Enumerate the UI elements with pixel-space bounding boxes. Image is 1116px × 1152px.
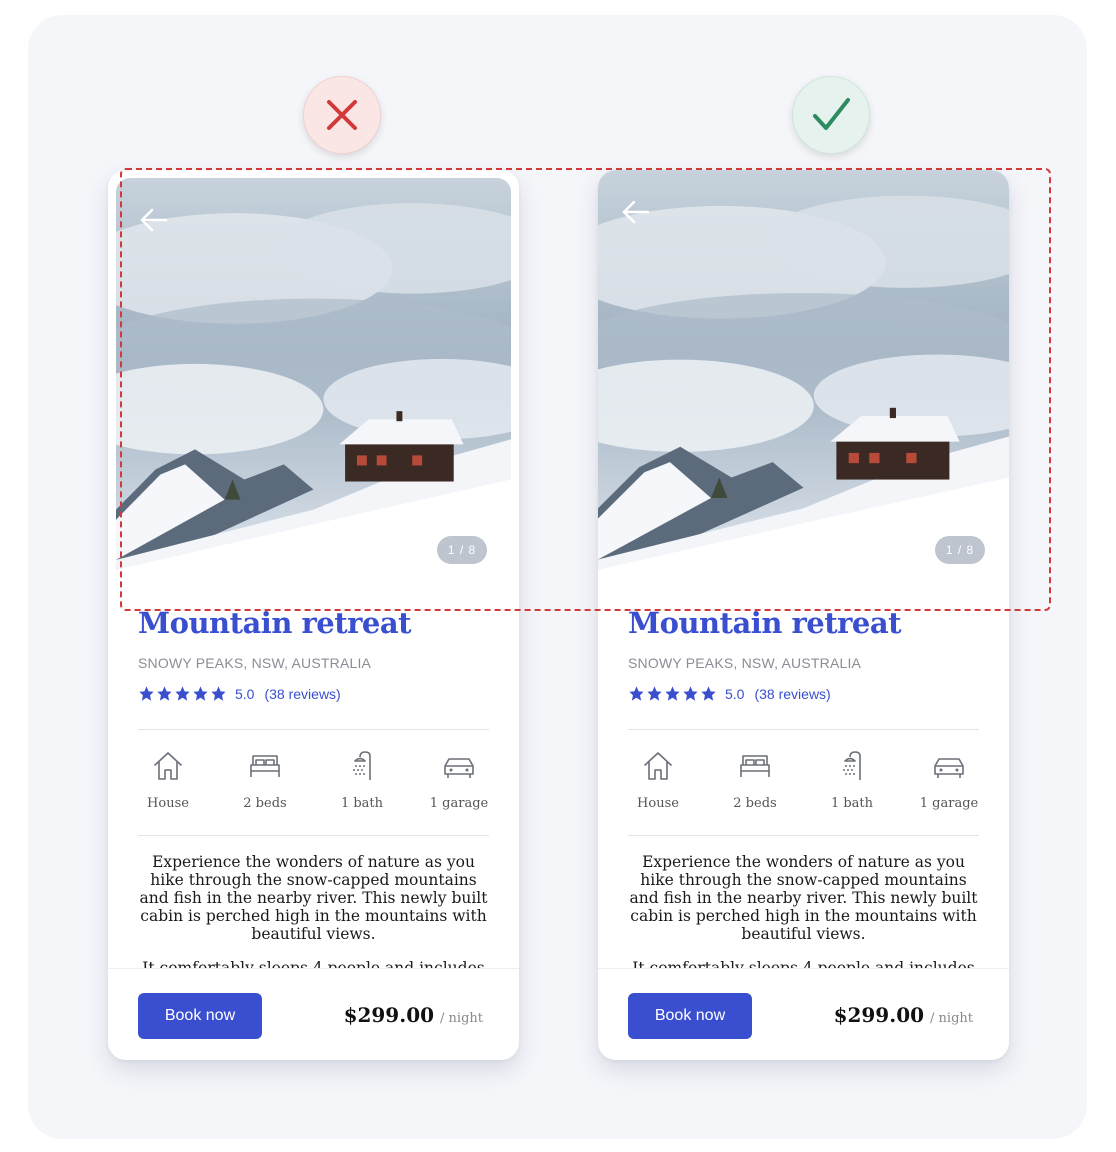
amenities: House 2 beds 1 bath 1 garage <box>130 748 497 811</box>
amenity-label: 2 beds <box>243 796 287 811</box>
divider <box>628 835 979 836</box>
amenity-label: House <box>147 796 189 811</box>
amenity-label: 1 garage <box>429 796 489 811</box>
amenity-garage: 1 garage <box>911 748 987 811</box>
listing-photo[interactable]: 1 / 8 <box>116 178 511 580</box>
listing-title: Mountain retreat <box>628 606 902 640</box>
rating[interactable]: 5.0 (38 reviews) <box>628 685 831 702</box>
listing-location: SNOWY PEAKS, NSW, AUSTRALIA <box>628 655 862 671</box>
book-now-button[interactable]: Book now <box>138 993 262 1039</box>
amenity-label: 1 bath <box>830 796 874 811</box>
star-icon <box>701 686 716 701</box>
listing-location: SNOWY PEAKS, NSW, AUSTRALIA <box>138 655 372 671</box>
amenity-house: House <box>130 748 206 811</box>
amenities: House 2 beds 1 bath 1 garage <box>620 748 987 811</box>
amenity-bath: 1 bath <box>324 748 400 811</box>
reviews-link[interactable]: (38 reviews) <box>264 686 340 702</box>
star-rating <box>628 685 717 702</box>
star-icon <box>211 686 226 701</box>
star-rating <box>138 685 227 702</box>
rating[interactable]: 5.0 (38 reviews) <box>138 685 341 702</box>
rating-score: 5.0 <box>725 685 745 702</box>
amenity-label: 1 garage <box>919 796 979 811</box>
listing-card-incorrect: 1 / 8 Mountain retreat SNOWY PEAKS, NSW,… <box>108 170 519 1060</box>
star-icon <box>157 686 172 701</box>
car-icon <box>444 758 474 778</box>
rating-score: 5.0 <box>235 685 255 702</box>
check-icon <box>813 98 850 130</box>
amenity-label: 1 bath <box>340 796 384 811</box>
snowy-cabin-photo <box>598 170 1009 580</box>
amenity-house: House <box>620 748 696 811</box>
price: $299.00 / night <box>834 1003 973 1027</box>
book-now-button[interactable]: Book now <box>628 993 752 1039</box>
amenity-label: 2 beds <box>733 796 777 811</box>
house-icon <box>154 752 182 780</box>
star-icon <box>175 686 190 701</box>
bed-icon <box>740 755 770 777</box>
booking-footer: Book now $299.00 / night <box>598 968 1009 1060</box>
amenity-beds: 2 beds <box>717 748 793 811</box>
amenity-label: House <box>637 796 679 811</box>
listing-card-correct: 1 / 8 Mountain retreat SNOWY PEAKS, NSW,… <box>598 170 1009 1060</box>
car-icon <box>934 758 964 778</box>
star-icon <box>629 686 644 701</box>
divider <box>138 729 489 730</box>
star-icon <box>139 686 154 701</box>
star-icon <box>683 686 698 701</box>
x-icon <box>327 100 357 130</box>
photo-pager: 1 / 8 <box>437 536 487 564</box>
house-icon <box>644 752 672 780</box>
bed-icon <box>250 755 280 777</box>
back-arrow-icon[interactable] <box>138 204 170 236</box>
price-amount: $299.00 <box>343 1003 435 1027</box>
price: $299.00 / night <box>344 1003 483 1027</box>
amenity-bath: 1 bath <box>814 748 890 811</box>
listing-description: Experience the wonders of nature as you … <box>139 853 488 943</box>
reviews-link[interactable]: (38 reviews) <box>754 686 830 702</box>
correct-badge <box>792 76 870 154</box>
listing-photo[interactable]: 1 / 8 <box>598 170 1009 580</box>
divider <box>138 835 489 836</box>
listing-title: Mountain retreat <box>138 606 412 640</box>
amenity-beds: 2 beds <box>227 748 303 811</box>
shower-icon <box>843 751 861 780</box>
price-amount: $299.00 <box>833 1003 925 1027</box>
star-icon <box>193 686 208 701</box>
price-unit: / night <box>440 1011 483 1026</box>
photo-pager: 1 / 8 <box>935 536 985 564</box>
price-unit: / night <box>930 1011 973 1026</box>
star-icon <box>647 686 662 701</box>
amenity-garage: 1 garage <box>421 748 497 811</box>
incorrect-badge <box>303 76 381 154</box>
back-arrow-icon[interactable] <box>620 196 652 228</box>
shower-icon <box>353 751 371 780</box>
booking-footer: Book now $299.00 / night <box>108 968 519 1060</box>
star-icon <box>665 686 680 701</box>
listing-description: Experience the wonders of nature as you … <box>629 853 978 943</box>
snowy-cabin-photo <box>116 178 511 580</box>
divider <box>628 729 979 730</box>
